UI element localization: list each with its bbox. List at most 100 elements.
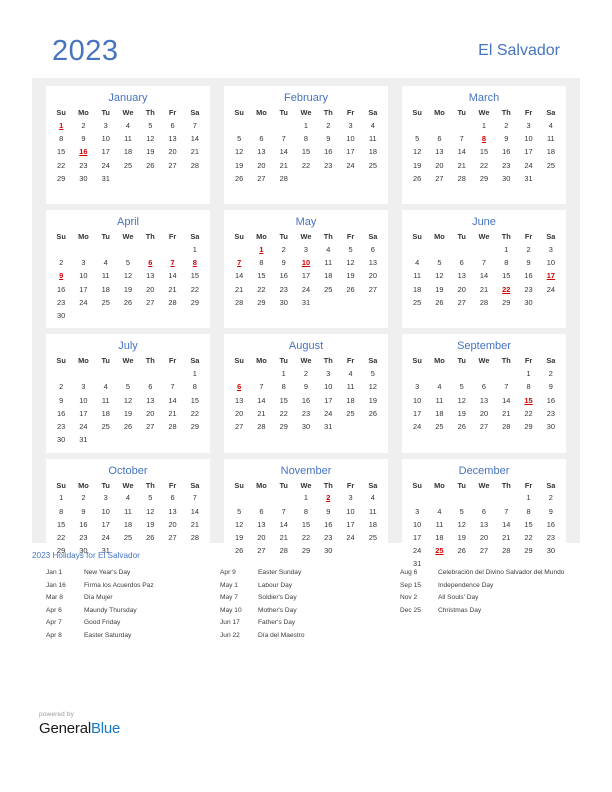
day-cell[interactable]: 31 [72,433,94,446]
day-cell[interactable]: 27 [250,172,272,185]
day-cell[interactable]: 21 [228,283,250,296]
day-cell[interactable]: 28 [184,159,206,172]
day-cell[interactable]: 19 [339,270,361,283]
day-cell[interactable]: 4 [540,119,562,132]
day-cell[interactable]: 26 [117,296,139,309]
day-cell[interactable]: 21 [473,283,495,296]
day-cell[interactable]: 3 [72,256,94,269]
day-cell[interactable]: 18 [362,518,384,531]
day-cell[interactable]: 7 [495,505,517,518]
day-cell[interactable]: 21 [495,407,517,420]
day-cell[interactable]: 31 [95,172,117,185]
day-cell[interactable]: 15 [473,145,495,158]
day-cell[interactable]: 2 [50,381,72,394]
day-cell[interactable]: 3 [295,243,317,256]
day-cell[interactable]: 16 [517,270,539,283]
day-cell[interactable]: 22 [517,407,539,420]
day-cell[interactable]: 25 [117,159,139,172]
day-cell[interactable]: 5 [451,505,473,518]
day-cell[interactable]: 5 [139,492,161,505]
day-cell[interactable]: 18 [428,531,450,544]
day-cell[interactable]: 31 [317,420,339,433]
day-cell[interactable]: 12 [139,132,161,145]
day-cell[interactable]: 10 [406,518,428,531]
day-cell[interactable]: 19 [228,531,250,544]
day-cell[interactable]: 30 [50,433,72,446]
day-cell-holiday[interactable]: 6 [139,256,161,269]
day-cell[interactable]: 11 [362,505,384,518]
day-cell[interactable]: 1 [50,492,72,505]
day-cell[interactable]: 30 [495,172,517,185]
day-cell[interactable]: 26 [362,407,384,420]
day-cell[interactable]: 14 [495,518,517,531]
day-cell[interactable]: 3 [72,381,94,394]
day-cell[interactable]: 9 [72,132,94,145]
day-cell[interactable]: 26 [139,159,161,172]
day-cell[interactable]: 17 [317,394,339,407]
day-cell[interactable]: 28 [228,296,250,309]
day-cell[interactable]: 26 [139,531,161,544]
day-cell[interactable]: 24 [95,531,117,544]
day-cell[interactable]: 17 [406,531,428,544]
day-cell[interactable]: 10 [339,505,361,518]
day-cell[interactable]: 23 [72,159,94,172]
day-cell[interactable]: 5 [117,256,139,269]
day-cell[interactable]: 6 [428,132,450,145]
day-cell[interactable]: 18 [428,407,450,420]
day-cell[interactable]: 20 [362,270,384,283]
day-cell[interactable]: 29 [184,296,206,309]
day-cell[interactable]: 11 [117,505,139,518]
day-cell[interactable]: 1 [517,492,539,505]
day-cell[interactable]: 13 [428,145,450,158]
day-cell[interactable]: 16 [317,145,339,158]
day-cell[interactable]: 3 [406,381,428,394]
day-cell[interactable]: 2 [72,119,94,132]
day-cell[interactable]: 19 [451,407,473,420]
day-cell[interactable]: 13 [161,505,183,518]
day-cell[interactable]: 18 [317,270,339,283]
day-cell[interactable]: 5 [117,381,139,394]
day-cell[interactable]: 18 [95,407,117,420]
day-cell[interactable]: 21 [250,407,272,420]
day-cell[interactable]: 27 [473,420,495,433]
day-cell[interactable]: 25 [406,296,428,309]
day-cell[interactable]: 21 [451,159,473,172]
day-cell[interactable]: 16 [540,394,562,407]
day-cell[interactable]: 1 [295,119,317,132]
day-cell[interactable]: 6 [451,256,473,269]
day-cell[interactable]: 6 [139,381,161,394]
day-cell[interactable]: 9 [317,505,339,518]
day-cell[interactable]: 14 [228,270,250,283]
day-cell[interactable]: 18 [362,145,384,158]
day-cell[interactable]: 29 [473,172,495,185]
day-cell[interactable]: 24 [339,159,361,172]
day-cell-holiday[interactable]: 10 [295,256,317,269]
day-cell[interactable]: 22 [295,531,317,544]
day-cell[interactable]: 7 [473,256,495,269]
day-cell[interactable]: 26 [428,296,450,309]
day-cell[interactable]: 17 [339,518,361,531]
day-cell[interactable]: 8 [250,256,272,269]
day-cell[interactable]: 18 [117,145,139,158]
day-cell[interactable]: 5 [339,243,361,256]
day-cell[interactable]: 25 [95,296,117,309]
day-cell[interactable]: 8 [273,381,295,394]
day-cell[interactable]: 29 [517,420,539,433]
day-cell[interactable]: 14 [184,505,206,518]
day-cell[interactable]: 22 [50,159,72,172]
day-cell[interactable]: 20 [473,531,495,544]
day-cell[interactable]: 5 [451,381,473,394]
day-cell[interactable]: 13 [139,270,161,283]
day-cell[interactable]: 12 [428,270,450,283]
day-cell[interactable]: 4 [317,243,339,256]
day-cell-holiday[interactable]: 16 [72,145,94,158]
day-cell[interactable]: 7 [273,132,295,145]
day-cell[interactable]: 24 [517,159,539,172]
day-cell[interactable]: 25 [428,420,450,433]
day-cell[interactable]: 10 [72,394,94,407]
day-cell[interactable]: 5 [362,367,384,380]
day-cell-holiday[interactable]: 7 [228,256,250,269]
day-cell[interactable]: 17 [72,283,94,296]
day-cell[interactable]: 22 [517,531,539,544]
day-cell[interactable]: 19 [406,159,428,172]
